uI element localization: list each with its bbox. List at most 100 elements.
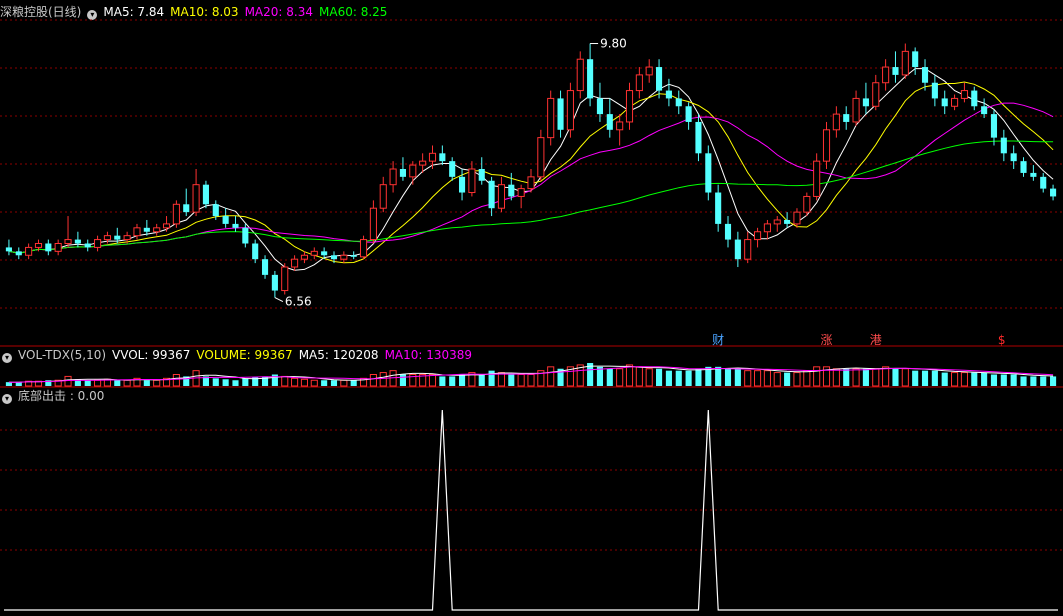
volume-bar-80	[793, 372, 801, 387]
candle-body-12	[123, 235, 131, 241]
candle-body-6	[64, 239, 72, 245]
candle-body-43	[428, 152, 437, 162]
ma60-line	[8, 140, 1054, 254]
candle-body-58	[576, 58, 584, 92]
volume-bar-89	[882, 366, 890, 387]
candle-body-103	[1020, 161, 1027, 173]
candle-body-51	[508, 184, 515, 197]
candle-body-77	[763, 223, 771, 233]
volume-bar-29	[291, 377, 299, 387]
volume-bar-55	[547, 366, 555, 387]
volume-bar-34	[340, 379, 348, 387]
candle-body-67	[665, 90, 672, 99]
candle-body-94	[931, 82, 938, 99]
candle-body-36	[359, 239, 368, 258]
volume-bar-27	[271, 374, 278, 386]
candle-body-28	[281, 266, 289, 292]
candle-body-5	[54, 243, 62, 252]
candle-body-47	[468, 168, 476, 194]
candle-body-26	[261, 259, 269, 275]
candle-body-22	[222, 216, 229, 224]
volume-bar-45	[449, 376, 456, 386]
candle-body-87	[862, 98, 869, 107]
volume-bar-21	[212, 378, 219, 386]
candle-body-35	[350, 255, 357, 257]
low-price-label: 6.56	[285, 295, 312, 309]
volume-bar-64	[635, 366, 643, 387]
volume-bar-46	[458, 374, 466, 386]
volume-bar-70	[695, 368, 702, 386]
volume-bar-12	[123, 379, 131, 387]
candle-body-4	[45, 243, 52, 252]
candle-body-86	[852, 97, 860, 123]
volume-bar-30	[300, 378, 308, 387]
candle-body-65	[645, 66, 653, 76]
candle-body-55	[547, 97, 555, 139]
candle-body-97	[960, 90, 968, 99]
volume-bar-22	[222, 379, 229, 386]
candle-body-18	[183, 204, 190, 213]
volume-bar-6	[64, 375, 72, 387]
candle-body-10	[103, 235, 111, 241]
volume-bar-87	[862, 368, 869, 386]
candle-body-29	[291, 258, 299, 268]
candle-body-80	[793, 211, 801, 225]
candle-body-66	[656, 67, 663, 91]
candle-body-34	[340, 254, 348, 260]
candles	[5, 43, 1057, 298]
candle-body-31	[310, 250, 318, 256]
volume-bar-53	[527, 374, 535, 387]
candle-body-88	[872, 82, 880, 107]
candle-body-92	[912, 51, 919, 68]
candle-body-40	[399, 169, 406, 177]
volume-bars	[5, 363, 1057, 387]
candle-body-37	[369, 207, 377, 241]
volume-bar-76	[754, 370, 762, 387]
candle-body-11	[114, 235, 121, 240]
candle-body-100	[990, 114, 998, 138]
volume-bar-63	[625, 364, 634, 387]
candle-body-81	[803, 195, 811, 213]
volume-bar-94	[931, 370, 938, 386]
candle-body-68	[675, 98, 682, 107]
volume-bar-95	[941, 372, 948, 386]
volume-bar-44	[439, 376, 446, 386]
event-markers: 财 涨 港 $	[712, 332, 1005, 347]
candle-body-90	[892, 67, 899, 75]
volume-bar-0	[5, 382, 12, 386]
volume-bar-90	[892, 368, 899, 386]
candle-body-8	[84, 243, 91, 248]
volume-bar-72	[715, 366, 722, 386]
candle-body-49	[488, 180, 495, 209]
volume-bar-15	[153, 379, 161, 387]
volume-bar-84	[832, 368, 840, 387]
volume-bar-105	[1040, 376, 1047, 386]
candle-body-106	[1050, 188, 1057, 197]
candle-body-98	[971, 90, 978, 107]
volume-bar-28	[281, 375, 289, 387]
candle-body-52	[517, 188, 525, 197]
candle-body-82	[813, 160, 821, 197]
candlestick-chart[interactable]: 9.80 6.56 财 涨 港 $	[0, 0, 1063, 616]
low-price-pointer	[274, 297, 284, 303]
candle-body-54	[537, 137, 545, 178]
volume-bar-93	[921, 370, 929, 386]
volume-bar-38	[379, 372, 387, 387]
volume-bar-66	[656, 368, 663, 386]
candle-body-42	[419, 160, 427, 166]
volume-bar-103	[1020, 376, 1027, 386]
candle-body-69	[685, 106, 692, 122]
candle-body-24	[242, 227, 249, 244]
candle-body-102	[1010, 153, 1017, 162]
volume-bar-79	[784, 372, 791, 386]
volume-bar-81	[803, 370, 811, 387]
volume-bar-1	[15, 382, 22, 386]
volume-bar-32	[321, 380, 328, 386]
candle-body-39	[389, 168, 397, 186]
candle-body-63	[625, 90, 634, 123]
volume-bar-100	[990, 374, 998, 386]
volume-bar-23	[232, 380, 239, 386]
high-price-label: 9.80	[600, 37, 627, 51]
candle-body-79	[784, 219, 791, 224]
volume-bar-69	[685, 370, 692, 386]
